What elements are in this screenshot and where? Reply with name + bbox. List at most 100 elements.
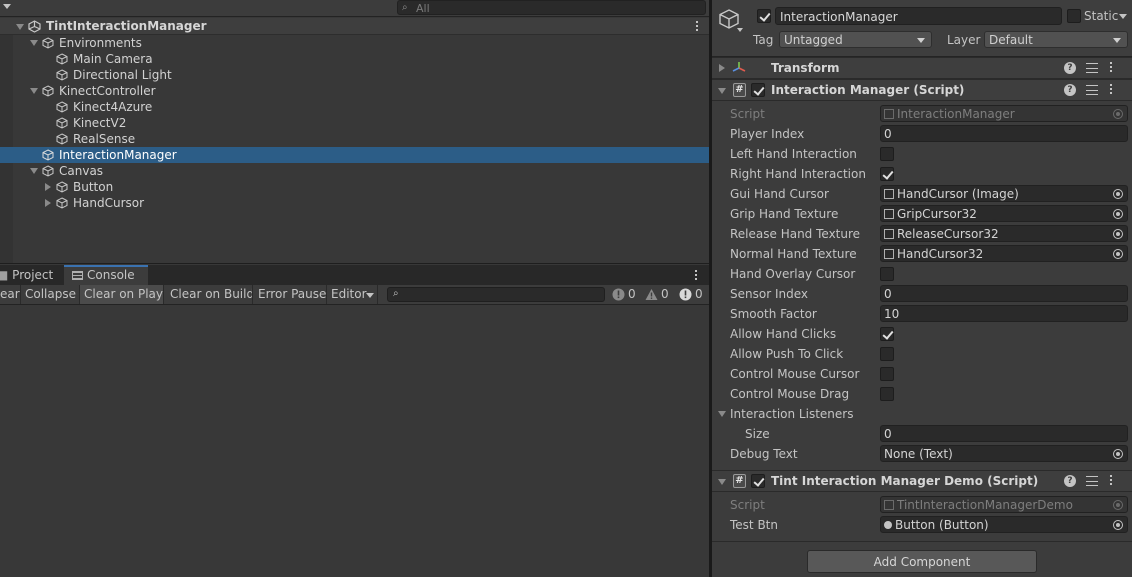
control-mouse-cursor-checkbox[interactable] <box>880 367 894 381</box>
object-picker-icon[interactable] <box>1113 229 1123 239</box>
test-btn-field[interactable]: Button (Button) <box>880 516 1128 533</box>
hierarchy-item-handcursor[interactable]: HandCursor <box>0 195 709 211</box>
component-menu-icon[interactable] <box>1110 475 1113 487</box>
scene-fold-icon[interactable] <box>16 24 24 30</box>
component-menu-icon[interactable] <box>1110 62 1113 74</box>
active-checkbox[interactable] <box>757 9 771 23</box>
hierarchy-item-directional-light[interactable]: Directional Light <box>0 67 709 83</box>
help-icon[interactable]: ? <box>1064 475 1076 487</box>
static-checkbox[interactable] <box>1067 9 1081 23</box>
listeners-size-row: Size 0 <box>712 424 1132 444</box>
interaction-manager-component-header[interactable]: # Interaction Manager (Script) ? <box>712 79 1132 101</box>
texture-icon <box>884 209 894 219</box>
hierarchy-item-interaction-manager[interactable]: InteractionManager <box>0 147 709 163</box>
icon-dropdown-icon[interactable] <box>737 28 743 32</box>
component-enabled-checkbox[interactable] <box>751 83 765 97</box>
help-icon[interactable]: ? <box>1064 84 1076 96</box>
fold-closed-icon[interactable] <box>719 64 725 72</box>
gui-hand-cursor-label: Gui Hand Cursor <box>730 187 829 201</box>
clear-on-play-button[interactable]: Clear on Play <box>80 285 164 304</box>
script-file-icon <box>884 500 894 510</box>
error-count-toggle[interactable]: 0 <box>679 286 707 304</box>
texture-icon <box>884 229 894 239</box>
hierarchy-item-button[interactable]: Button <box>0 179 709 195</box>
scene-row[interactable]: TintInteractionManager <box>0 18 709 35</box>
hierarchy-item-environments[interactable]: Environments <box>0 35 709 51</box>
control-mouse-drag-row: Control Mouse Drag <box>712 384 1132 404</box>
presets-icon[interactable] <box>1086 85 1098 96</box>
object-picker-icon[interactable] <box>1113 520 1123 530</box>
smooth-factor-input[interactable]: 10 <box>880 305 1128 322</box>
presets-icon[interactable] <box>1086 476 1098 487</box>
demo-component-header[interactable]: # Tint Interaction Manager Demo (Script)… <box>712 470 1132 492</box>
create-dropdown-icon[interactable] <box>3 4 11 9</box>
gui-hand-cursor-field[interactable]: HandCursor (Image) <box>880 185 1128 202</box>
transform-component-header[interactable]: Transform ? <box>712 57 1132 79</box>
release-hand-texture-field[interactable]: ReleaseCursor32 <box>880 225 1128 242</box>
listeners-size-input[interactable]: 0 <box>880 425 1128 442</box>
scene-menu-icon[interactable] <box>696 21 699 33</box>
fold-closed-icon[interactable] <box>45 199 51 207</box>
console-search-input[interactable]: ⌕ <box>387 287 605 302</box>
fold-open-icon[interactable] <box>718 411 726 417</box>
fold-open-icon[interactable] <box>30 88 38 94</box>
hierarchy-item-kinect-controller[interactable]: KinectController <box>0 83 709 99</box>
debug-text-field[interactable]: None (Text) <box>880 445 1128 462</box>
script-field: InteractionManager <box>880 105 1128 122</box>
static-dropdown-icon[interactable] <box>1119 14 1127 19</box>
collapse-button[interactable]: Collapse <box>21 285 80 304</box>
fold-open-icon[interactable] <box>718 479 726 485</box>
hierarchy-item-kinect4azure[interactable]: Kinect4Azure <box>0 99 709 115</box>
hierarchy-item-main-camera[interactable]: Main Camera <box>0 51 709 67</box>
tab-project[interactable]: ■ Project <box>0 265 63 285</box>
allow-hand-clicks-checkbox[interactable] <box>880 327 894 341</box>
hierarchy-item-canvas[interactable]: Canvas <box>0 163 709 179</box>
hierarchy-search-input[interactable]: ⌕ All <box>397 0 706 15</box>
message-count-toggle[interactable]: 0 <box>612 286 640 304</box>
object-picker-icon[interactable] <box>1113 249 1123 259</box>
presets-icon[interactable] <box>1086 63 1098 74</box>
tag-dropdown[interactable]: Untagged <box>779 31 932 48</box>
tab-console[interactable]: Console <box>64 265 148 285</box>
normal-hand-texture-value: HandCursor32 <box>897 247 984 261</box>
fold-closed-icon[interactable] <box>45 183 51 191</box>
object-picker-icon[interactable] <box>1113 209 1123 219</box>
normal-hand-texture-field[interactable]: HandCursor32 <box>880 245 1128 262</box>
editor-dropdown-label: Editor <box>331 287 367 301</box>
clear-on-build-button[interactable]: Clear on Build <box>164 285 253 304</box>
warning-count-toggle[interactable]: 0 <box>645 286 673 304</box>
gameobject-icon <box>719 9 739 29</box>
help-icon[interactable]: ? <box>1064 62 1076 74</box>
layer-dropdown[interactable]: Default <box>984 31 1128 48</box>
hierarchy-item-kinectv2[interactable]: KinectV2 <box>0 115 709 131</box>
component-menu-icon[interactable] <box>1110 84 1113 96</box>
sensor-index-input[interactable]: 0 <box>880 285 1128 302</box>
hierarchy-item-realsense[interactable]: RealSense <box>0 131 709 147</box>
fold-open-icon[interactable] <box>30 40 38 46</box>
error-pause-button[interactable]: Error Pause <box>253 285 327 304</box>
warning-icon <box>645 289 658 300</box>
right-hand-interaction-checkbox[interactable] <box>880 167 894 181</box>
player-index-input[interactable]: 0 <box>880 125 1128 142</box>
control-mouse-drag-checkbox[interactable] <box>880 387 894 401</box>
interaction-listeners-row[interactable]: Interaction Listeners <box>712 404 1132 424</box>
left-hand-interaction-checkbox[interactable] <box>880 147 894 161</box>
panel-menu-icon[interactable] <box>695 270 698 282</box>
editor-dropdown[interactable]: Editor <box>327 285 378 304</box>
component-enabled-checkbox[interactable] <box>751 474 765 488</box>
object-name-input[interactable]: InteractionManager <box>775 7 1062 25</box>
listeners-size-label: Size <box>745 427 770 441</box>
control-mouse-drag-label: Control Mouse Drag <box>730 387 850 401</box>
clear-button[interactable]: ear <box>0 285 21 304</box>
allow-push-to-click-checkbox[interactable] <box>880 347 894 361</box>
inspector-separator <box>712 541 1132 542</box>
fold-open-icon[interactable] <box>718 88 726 94</box>
object-picker-icon[interactable] <box>1113 189 1123 199</box>
script-value: InteractionManager <box>897 107 1015 121</box>
object-picker-icon[interactable] <box>1113 449 1123 459</box>
hand-overlay-cursor-checkbox[interactable] <box>880 267 894 281</box>
fold-open-icon[interactable] <box>30 168 38 174</box>
grip-hand-texture-field[interactable]: GripCursor32 <box>880 205 1128 222</box>
add-component-button[interactable]: Add Component <box>807 550 1037 573</box>
allow-hand-clicks-row: Allow Hand Clicks <box>712 324 1132 344</box>
